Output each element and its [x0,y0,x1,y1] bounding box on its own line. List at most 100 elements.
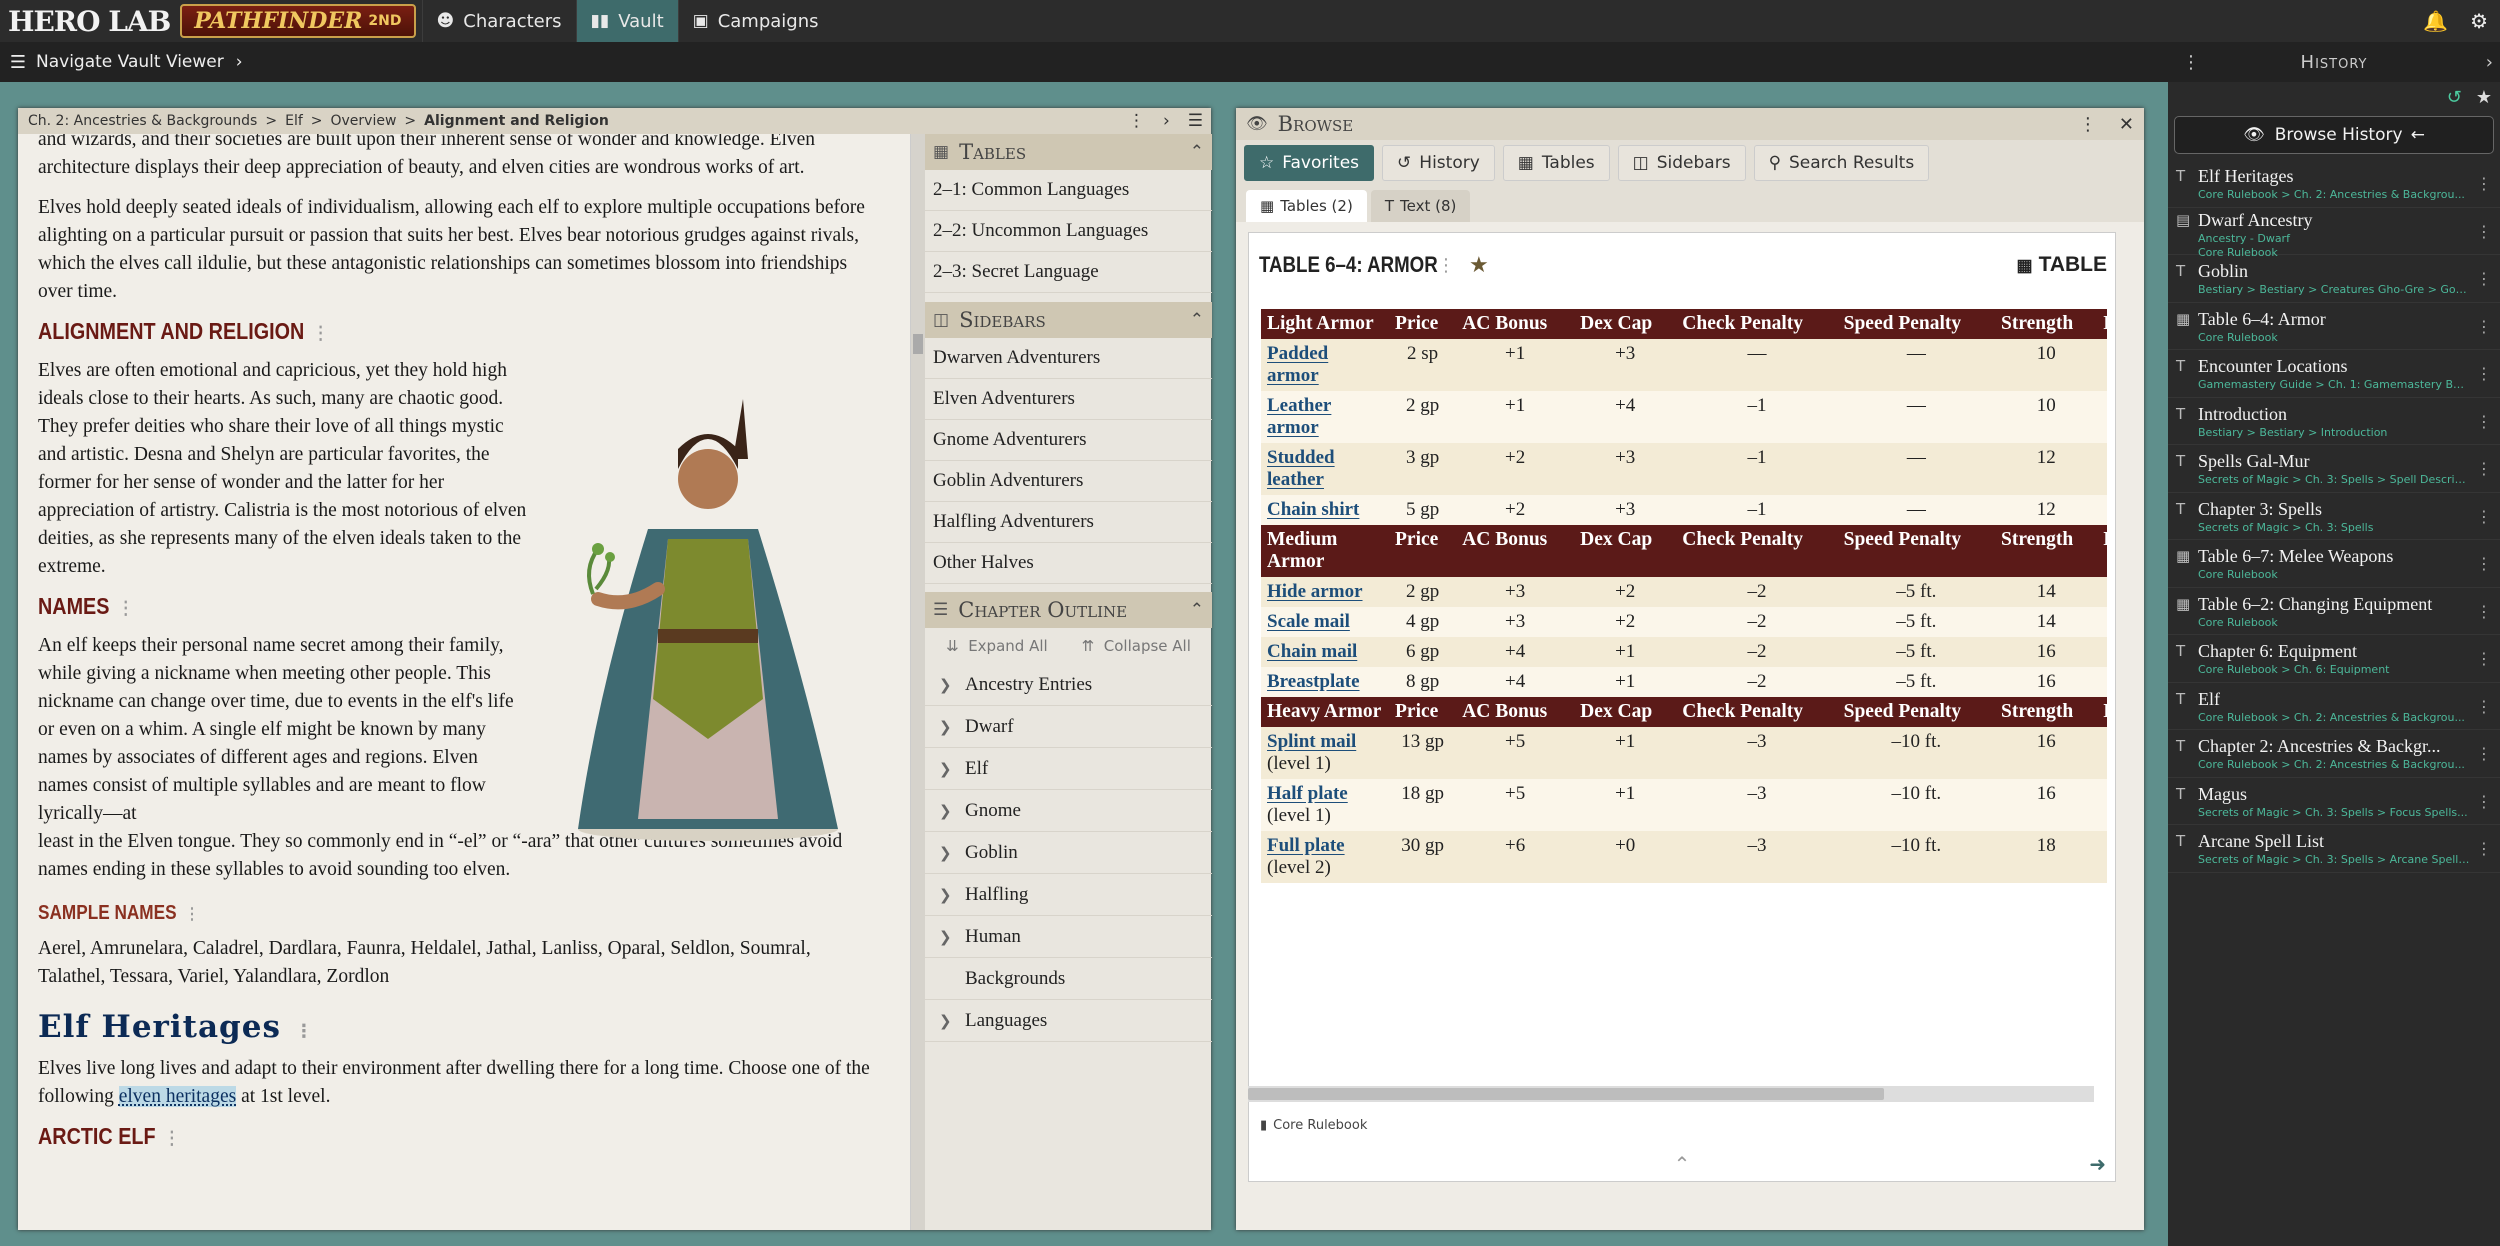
vertical-dots-icon[interactable]: ⋮ [1128,111,1145,131]
section-menu-icon[interactable]: ⋮ [313,323,328,343]
vertical-dots-icon[interactable]: ⋮ [2476,554,2492,573]
tab-sidebars[interactable]: ◫ Sidebars [1617,145,1746,181]
outline-item[interactable]: Backgrounds [925,958,1212,1000]
armor-link[interactable]: Breastplate [1267,671,1360,692]
chevron-right-icon[interactable]: ❯ [939,676,965,694]
chevron-up-icon[interactable]: ⌃ [1674,1152,1691,1177]
table-link[interactable]: 2–3: Secret Language [925,252,1212,293]
chevron-right-icon[interactable]: ❯ [939,928,965,946]
outline-item[interactable]: ❯ Dwarf [925,706,1212,748]
vertical-dots-icon[interactable]: ⋮ [2476,222,2492,241]
navigate-vault-viewer[interactable]: Navigate Vault Viewer [36,52,224,72]
vertical-dots-icon[interactable]: ⋮ [2182,52,2201,73]
history-item[interactable]: ▦ Table 6–2: Changing Equipment Core Rul… [2168,588,2500,635]
vertical-dots-icon[interactable]: ⋮ [2476,602,2492,621]
armor-link[interactable]: Chain shirt [1267,499,1359,520]
subtab-tables[interactable]: ▦ Tables (2) [1246,190,1367,222]
bell-icon[interactable]: 🔔 [2423,9,2448,33]
history-refresh-icon[interactable]: ↺ [2447,87,2462,108]
armor-link[interactable]: Chain mail [1267,641,1357,662]
vertical-dots-icon[interactable]: ⋮ [2476,412,2492,431]
vertical-dots-icon[interactable]: ⋮ [2476,744,2492,763]
table-link[interactable]: 2–1: Common Languages [925,170,1212,211]
subtab-text[interactable]: T Text (8) [1370,190,1471,222]
chevron-right-icon[interactable]: ❯ [939,802,965,820]
vertical-dots-icon[interactable]: ⋮ [2476,269,2492,288]
elven-heritages-link[interactable]: elven heritages [118,1086,237,1107]
chevron-right-icon[interactable]: › [1163,111,1170,131]
vertical-dots-icon[interactable]: ⋮ [2476,792,2492,811]
breadcrumb-elf[interactable]: Elf [285,113,303,129]
outline-item[interactable]: ❯ Halfling [925,874,1212,916]
breadcrumb-overview[interactable]: Overview [331,113,397,129]
scrollbar[interactable] [911,134,925,1230]
source-link[interactable]: Core Rulebook [1273,1118,1367,1133]
section-menu-icon[interactable]: ⋮ [185,906,199,923]
outline-item[interactable]: ❯ Elf [925,748,1212,790]
section-menu-icon[interactable]: ⋮ [164,1128,179,1148]
chevron-right-icon[interactable]: › [236,52,243,72]
vertical-dots-icon[interactable]: ⋮ [2476,174,2492,193]
chevron-right-icon[interactable]: ❯ [939,886,965,904]
tab-favorites[interactable]: ☆ Favorites [1244,145,1375,181]
next-arrow-icon[interactable]: ➜ [2089,1152,2106,1177]
gear-icon[interactable]: ⚙ [2470,9,2488,33]
chevron-right-icon[interactable]: ❯ [939,844,965,862]
vertical-dots-icon[interactable]: ⋮ [2476,459,2492,478]
tab-search-results[interactable]: ⚲ Search Results [1753,145,1930,181]
armor-link[interactable]: Hide armor [1267,581,1363,602]
tab-history[interactable]: ↺ History [1382,145,1495,181]
vertical-dots-icon[interactable]: ⋮ [2476,317,2492,336]
hero-lab-logo[interactable]: HERO LAB [0,5,180,38]
chevron-right-icon[interactable]: ❯ [939,760,965,778]
armor-link[interactable]: Studded leather [1267,447,1335,490]
sidebar-link[interactable]: Elven Adventurers [925,379,1212,420]
vertical-dots-icon[interactable]: ⋮ [2476,364,2492,383]
list-icon[interactable]: ☰ [1188,111,1203,131]
tab-tables[interactable]: ▦ Tables [1502,145,1610,181]
armor-link[interactable]: Half plate [1267,783,1348,804]
pathfinder-logo[interactable]: PATHFINDER 2ND [180,4,416,38]
star-icon[interactable]: ★ [1469,252,1489,278]
chevron-up-icon[interactable]: ⌃ [1190,310,1204,330]
close-icon[interactable]: ✕ [2119,114,2134,135]
vertical-dots-icon[interactable]: ⋮ [1437,255,1455,276]
history-item[interactable]: T Introduction Bestiary > Bestiary > Int… [2168,398,2500,445]
history-item[interactable]: T Chapter 3: Spells Secrets of Magic > C… [2168,493,2500,540]
history-item[interactable]: T Arcane Spell List Secrets of Magic > C… [2168,825,2500,873]
table-link[interactable]: 2–2: Uncommon Languages [925,211,1212,252]
history-item[interactable]: T Magus Secrets of Magic > Ch. 3: Spells… [2168,778,2500,825]
history-item[interactable]: ▦ Table 6–4: Armor Core Rulebook ⋮ [2168,303,2500,350]
breadcrumb-chapter[interactable]: Ch. 2: Ancestries & Backgrounds [28,113,257,129]
chapter-outline-header[interactable]: ☰ Chapter Outline ⌃ [925,592,1212,628]
outline-item[interactable]: ❯ Goblin [925,832,1212,874]
sidebar-link[interactable]: Other Halves [925,543,1212,584]
history-item[interactable]: T Encounter Locations Gamemastery Guide … [2168,350,2500,398]
history-item[interactable]: T Goblin Bestiary > Bestiary > Creatures… [2168,255,2500,303]
vertical-dots-icon[interactable]: ⋮ [2476,649,2492,668]
nav-vault[interactable]: ▮▮ Vault [575,0,678,42]
sidebar-link[interactable]: Halfling Adventurers [925,502,1212,543]
chevron-right-icon[interactable]: ❯ [939,1012,965,1030]
history-item[interactable]: T Chapter 6: Equipment Core Rulebook > C… [2168,635,2500,683]
collapse-all-button[interactable]: ⇈ Collapse All [1082,637,1191,655]
sidebar-link[interactable]: Gnome Adventurers [925,420,1212,461]
outline-item[interactable]: ❯ Languages [925,1000,1212,1042]
sidebar-link[interactable]: Goblin Adventurers [925,461,1212,502]
armor-link[interactable]: Leather armor [1267,395,1331,438]
vertical-dots-icon[interactable]: ⋮ [2476,839,2492,858]
history-item[interactable]: T Elf Heritages Core Rulebook > Ch. 2: A… [2168,160,2500,208]
chevron-right-icon[interactable]: › [2486,52,2494,73]
tables-header[interactable]: ▦ Tables ⌃ [925,134,1212,170]
history-item[interactable]: ▦ Table 6–7: Melee Weapons Core Rulebook… [2168,540,2500,588]
chevron-up-icon[interactable]: ⌃ [1190,142,1204,162]
armor-link[interactable]: Padded armor [1267,343,1328,386]
armor-link[interactable]: Scale mail [1267,611,1350,632]
list-menu-icon[interactable]: ☰ [0,52,36,73]
armor-link[interactable]: Splint mail [1267,731,1356,752]
history-item[interactable]: T Elf Core Rulebook > Ch. 2: Ancestries … [2168,683,2500,730]
chevron-up-icon[interactable]: ⌃ [1190,600,1204,620]
history-item[interactable]: T Chapter 2: Ancestries & Backgr... Core… [2168,730,2500,778]
browse-history-button[interactable]: 👁 Browse History ← [2174,116,2494,154]
section-menu-icon[interactable]: ⋮ [118,598,133,618]
